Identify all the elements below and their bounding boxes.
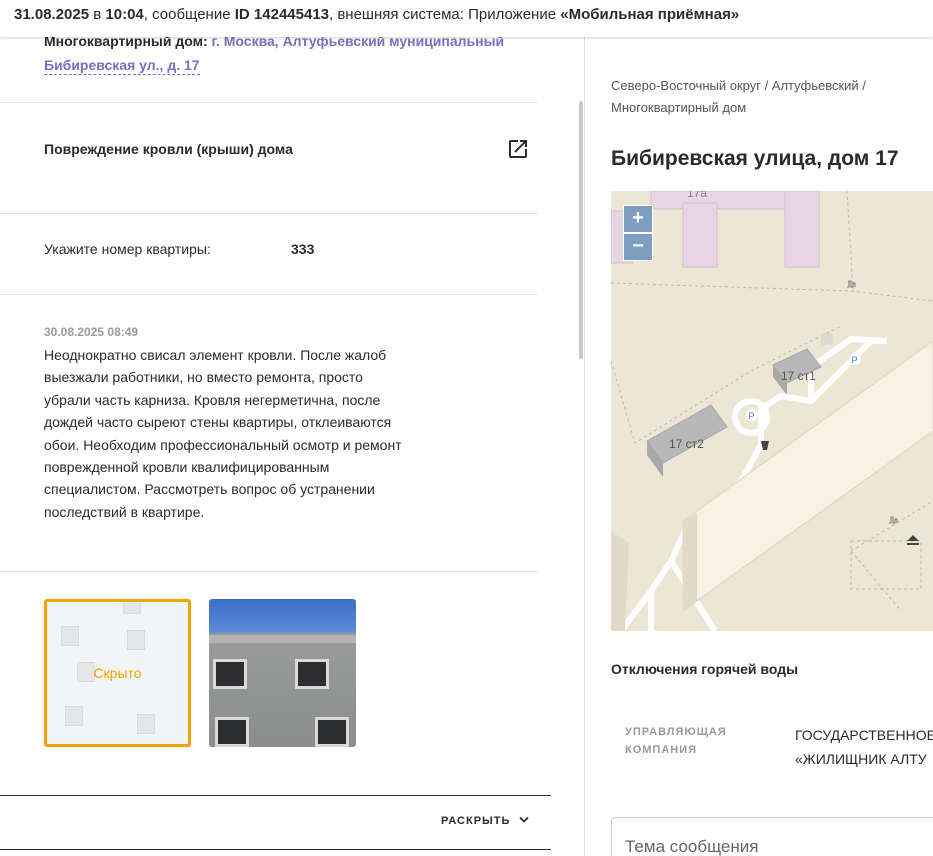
photo-thumbnail[interactable] xyxy=(209,599,356,747)
parking-icon-label: P xyxy=(852,355,858,365)
map-zoom-in-button[interactable]: + xyxy=(623,205,653,233)
address-info-panel: Северо-Восточный округ / Алтуфьевский / … xyxy=(585,37,933,856)
management-company-name-line: «ЖИЛИЩНИК АЛТУ xyxy=(795,751,927,767)
message-details-panel: Многоквартирный дом: г. Москва, Алтуфьев… xyxy=(0,37,551,856)
map-graphic: 17а 17 ст1 17 ст2 P P xyxy=(611,191,933,631)
message-id: ID 142445413 xyxy=(234,6,329,23)
divider xyxy=(0,795,551,796)
photo-window-shape xyxy=(65,706,83,726)
message-time: 10:04 xyxy=(105,6,144,23)
map-building xyxy=(784,191,820,268)
problem-title: Повреждение кровли (крыши) дома xyxy=(44,141,293,157)
map-label-17st1: 17 ст1 xyxy=(781,369,816,383)
message-subject-field[interactable]: Тема сообщения xyxy=(611,817,933,856)
map-small-structure xyxy=(821,333,833,345)
divider xyxy=(0,849,551,850)
message-date: 31.08.2025 xyxy=(14,6,90,23)
address-region-link[interactable]: г. Москва, Алтуфьевский муниципальный xyxy=(212,37,505,49)
hot-water-title: Отключения горячей воды xyxy=(611,661,799,677)
map-building-side xyxy=(683,513,697,611)
management-company-name-line: ГОСУДАРСТВЕННОЕ xyxy=(795,727,933,743)
message-timestamp: 30.08.2025 08:49 xyxy=(44,325,139,339)
street-title: Бибиревская улица, дом 17 xyxy=(611,147,899,170)
apartment-value: 333 xyxy=(291,241,315,257)
photo-window-shape xyxy=(295,659,329,689)
management-company-label-line: КОМПАНИЯ xyxy=(625,744,698,756)
address-type-label: Многоквартирный дом: xyxy=(44,37,208,49)
parking-icon-label: P xyxy=(749,411,755,421)
management-company-name: ГОСУДАРСТВЕННОЕ «ЖИЛИЩНИК АЛТУ xyxy=(795,723,933,771)
management-company-label: УПРАВЛЯЮЩАЯ КОМПАНИЯ xyxy=(625,723,727,759)
photo-window-shape xyxy=(137,714,155,734)
external-system-name: «Мобильная приёмная» xyxy=(560,6,740,23)
map-label-17st2: 17 ст2 xyxy=(669,437,704,451)
message-in-word: в xyxy=(93,6,102,23)
photo-window-shape xyxy=(61,626,79,646)
management-company-label-line: УПРАВЛЯЮЩАЯ xyxy=(625,726,727,738)
map-label-17a: 17а xyxy=(687,191,707,200)
photo-window-shape xyxy=(315,717,349,747)
photo-hidden-label: Скрыто xyxy=(93,665,142,681)
photo-thumbnail-hidden[interactable]: Скрыто xyxy=(44,599,191,747)
divider xyxy=(0,571,538,572)
photo-window-shape xyxy=(127,630,145,650)
chevron-down-icon xyxy=(518,816,529,823)
open-external-icon[interactable] xyxy=(506,137,530,161)
expand-label: РАСКРЫТЬ xyxy=(441,815,511,827)
divider xyxy=(0,294,538,295)
message-prefix: , сообщение xyxy=(143,6,231,23)
apartment-label: Укажите номер квартиры: xyxy=(44,241,211,257)
photo-roof-edge xyxy=(209,635,356,643)
map-building xyxy=(682,202,718,268)
divider xyxy=(0,102,538,103)
photo-window-shape xyxy=(123,602,141,614)
message-header: 31.08.2025 в 10:04, сообщение ID 1424454… xyxy=(0,0,933,37)
expand-button[interactable]: РАСКРЫТЬ xyxy=(441,815,529,827)
message-text: Неоднократно свисал элемент кровли. Посл… xyxy=(44,347,402,520)
photo-window-shape xyxy=(213,659,247,689)
divider xyxy=(0,213,538,214)
map-zoom-out-button[interactable]: − xyxy=(623,233,653,261)
scrollbar-thumb[interactable] xyxy=(579,101,583,359)
address-link[interactable]: Бибиревская ул., д. 17 xyxy=(44,56,200,75)
address-line-cut: Многоквартирный дом: г. Москва, Алтуфьев… xyxy=(44,37,504,49)
external-system-label: , внешняя система: Приложение xyxy=(329,6,557,23)
message-subject-placeholder: Тема сообщения xyxy=(625,837,759,856)
photo-window-shape xyxy=(215,717,249,747)
breadcrumb: Северо-Восточный округ / Алтуфьевский / … xyxy=(611,78,866,115)
map-view[interactable]: 17а 17 ст1 17 ст2 P P + − xyxy=(611,191,933,631)
